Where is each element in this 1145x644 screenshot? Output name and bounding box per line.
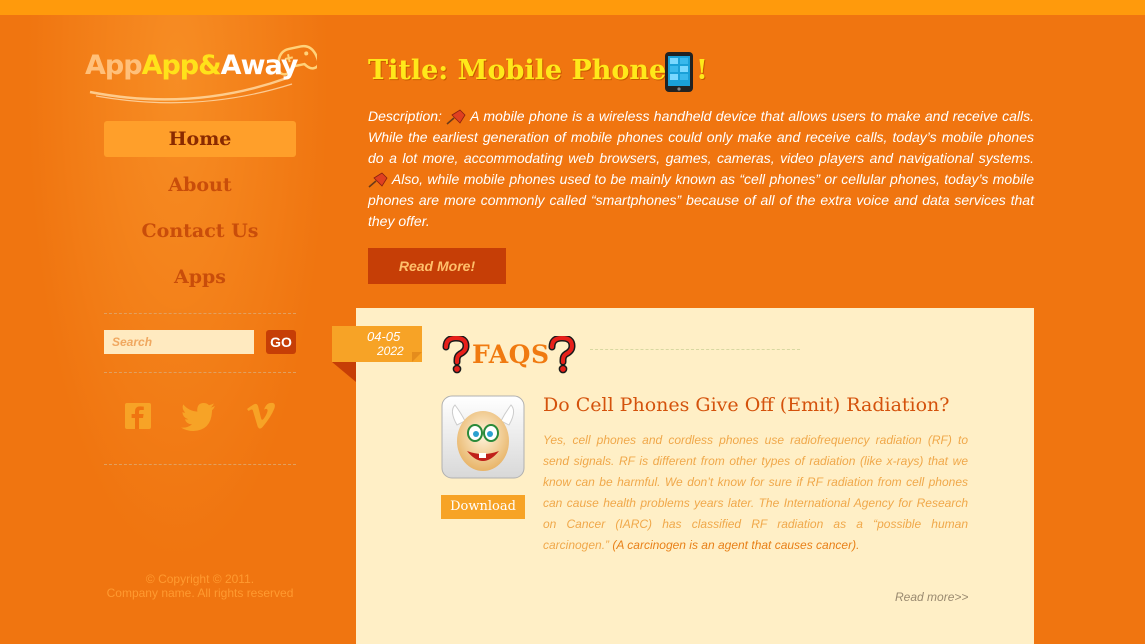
search-go-button[interactable]: GO [266,330,296,354]
top-bar [0,0,1145,15]
download-button[interactable]: Download [441,495,525,519]
description-paragraph-2: Also, while mobile phones used to be mai… [368,171,1034,229]
question-mark-icon [442,336,470,374]
page-description: Description: A mobile phone is a wireles… [368,106,1034,232]
vimeo-icon[interactable] [246,402,276,430]
date-tab-corner [412,352,422,362]
logo-text-part2: App& [141,50,222,81]
faq-answer-note: (A carcinogen is an agent that causes ca… [609,538,860,552]
sidebar-divider [104,372,296,373]
nav-item-apps[interactable]: Apps [104,259,296,295]
description-paragraph-1: A mobile phone is a wireless handheld de… [368,108,1034,166]
logo-text-part3: Away [220,50,299,81]
app-icon[interactable] [441,395,525,479]
sidebar-divider [104,464,296,465]
question-mark-icon [548,336,576,374]
faq-read-more-link[interactable]: Read more>> [895,590,968,604]
read-more-button[interactable]: Read More! [368,248,506,284]
logo-text: AppApp&Away [85,50,299,81]
facebook-icon[interactable] [124,402,152,430]
faqs-heading-line [590,349,800,350]
page-title-exclamation: ! [696,55,708,86]
nav-item-about[interactable]: About [104,167,296,203]
pushpin-icon [368,172,388,188]
sidebar-divider [104,313,296,314]
main-nav: Home About Contact Us Apps [104,121,296,305]
description-label: Description: [368,108,442,124]
faq-question[interactable]: Do Cell Phones Give Off (Emit) Radiation… [543,394,949,416]
faqs-heading: FAQS [472,340,550,369]
faq-answer: Yes, cell phones and cordless phones use… [543,430,968,556]
page-title: Title: Mobile Phone [368,55,667,86]
copyright: © Copyright © 2011. Company name. All ri… [104,572,296,600]
logo-text-part1: App [85,50,143,81]
search-input[interactable] [104,330,254,354]
mobile-phone-icon [665,52,693,92]
date-tab: 04-05 2022 [332,326,422,362]
date-tab-fold [332,362,356,382]
nav-item-contact-us[interactable]: Contact Us [104,213,296,249]
twitter-icon[interactable] [181,402,217,432]
date-day-month: 04-05 [367,329,401,344]
nav-item-home[interactable]: Home [104,121,296,157]
pushpin-icon [446,109,466,125]
date-year: 2022 [377,344,404,358]
site-logo[interactable]: AppApp&Away [82,40,317,105]
copyright-line: © Copyright © 2011. [145,572,255,586]
faq-answer-text: Yes, cell phones and cordless phones use… [543,433,968,552]
rights-line: Company name. All rights reserved [106,586,294,600]
